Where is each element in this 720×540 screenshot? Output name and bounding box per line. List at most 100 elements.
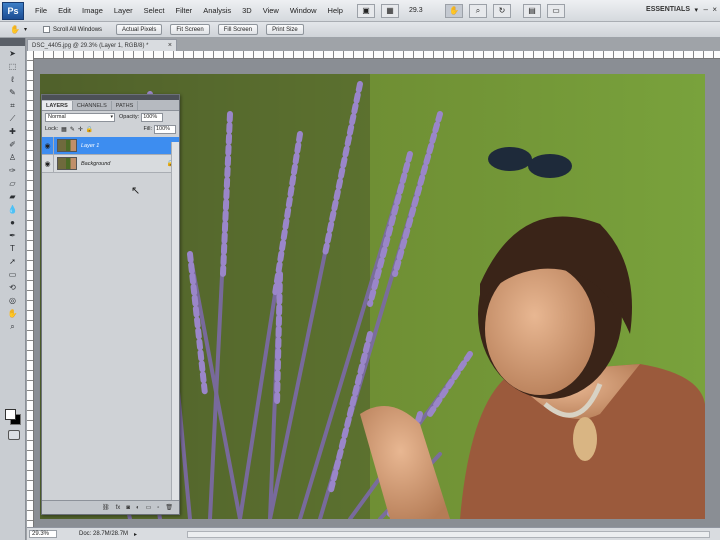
type-tool-icon[interactable]: T [5, 243, 21, 254]
menu-3d[interactable]: 3D [242, 6, 252, 15]
history-brush-tool-icon[interactable]: ✑ [5, 165, 21, 176]
layer-style-icon[interactable]: fx [116, 505, 121, 511]
menu-view[interactable]: View [263, 6, 279, 15]
layers-scrollbar[interactable] [171, 142, 179, 500]
menu-file[interactable]: File [35, 6, 47, 15]
chevron-right-icon[interactable]: ▸ [134, 531, 137, 538]
brush-tool-icon[interactable]: ✐ [5, 139, 21, 150]
eye-icon[interactable]: ◉ [42, 137, 54, 154]
foreground-color-swatch[interactable] [5, 409, 16, 420]
layers-panel: Layers Channels Paths Normal ▾ Opacity: … [41, 94, 180, 515]
layer-name: Layer 1 [81, 142, 100, 149]
rotate-view-icon[interactable]: ↻ [492, 3, 511, 18]
layer-row[interactable]: ◉ Layer 1 [42, 137, 179, 155]
tools-panel: ➤ ⬚ ℓ ✎ ⌗ ⟋ ✚ ✐ ♙ ✑ ▱ ▰ 💧 ● ✒ T ➚ ▭ ⟲ ◎ … [0, 38, 26, 540]
print-size-button[interactable]: Print Size [266, 24, 304, 35]
lasso-tool-icon[interactable]: ℓ [5, 74, 21, 85]
hand-tool-preset-icon[interactable]: ✋ [6, 24, 24, 36]
quick-selection-tool-icon[interactable]: ✎ [5, 87, 21, 98]
blend-mode-select[interactable]: Normal ▾ [45, 112, 115, 122]
menu-layer[interactable]: Layer [114, 6, 133, 15]
workspace-switcher[interactable]: ESSENTIALS [646, 6, 690, 13]
new-group-icon[interactable]: ▭ [146, 504, 152, 511]
lock-fill-row: Lock: ▦ ✎ ✛ 🔒 Fill: 100% [42, 123, 179, 135]
arrange-documents-icon[interactable]: ▤ [522, 3, 541, 18]
status-bar: 29.3% Doc: 28.7M/28.7M ▸ [27, 527, 720, 540]
options-bar: ✋ ▾ Scroll All Windows Actual Pixels Fit… [0, 22, 720, 38]
lock-position-icon[interactable]: ✛ [78, 126, 83, 133]
fit-screen-button[interactable]: Fit Screen [170, 24, 210, 35]
fill-screen-button[interactable]: Fill Screen [217, 24, 259, 35]
new-layer-icon[interactable]: ▫ [157, 505, 159, 511]
layer-mask-icon[interactable]: ◙ [126, 505, 130, 511]
3d-orbit-tool-icon[interactable]: ◎ [5, 295, 21, 306]
close-icon[interactable]: × [712, 5, 717, 14]
fill-field[interactable]: 100% [154, 124, 176, 134]
zoom-level-field[interactable]: 29.3 [409, 7, 439, 14]
quick-mask-icon[interactable] [8, 430, 20, 440]
tab-channels[interactable]: Channels [73, 101, 112, 110]
menu-help[interactable]: Help [328, 6, 343, 15]
document-tab-title: DSC_4405.jpg @ 29.3% (Layer 1, RGB/8) * [32, 42, 149, 49]
zoom-tool-icon[interactable]: ⌕ [468, 3, 487, 18]
menu-window[interactable]: Window [290, 6, 317, 15]
shape-tool-icon[interactable]: ▭ [5, 269, 21, 280]
delete-layer-icon[interactable]: 🗑 [165, 504, 173, 511]
lock-all-icon[interactable]: 🔒 [86, 126, 93, 133]
menu-bar: Ps File Edit Image Layer Select Filter A… [0, 0, 720, 22]
actual-pixels-button[interactable]: Actual Pixels [116, 24, 163, 35]
layer-name: Background [81, 160, 111, 167]
crop-tool-icon[interactable]: ⌗ [5, 100, 21, 111]
tab-paths[interactable]: Paths [112, 101, 139, 110]
close-icon[interactable]: × [168, 42, 172, 49]
horizontal-ruler[interactable] [34, 51, 720, 59]
menu-select[interactable]: Select [144, 6, 165, 15]
lock-transparent-icon[interactable]: ▦ [61, 126, 67, 133]
eye-icon[interactable]: ◉ [42, 155, 54, 172]
horizontal-scrollbar[interactable] [187, 531, 710, 538]
blur-tool-icon[interactable]: 💧 [5, 204, 21, 215]
document-tab[interactable]: DSC_4405.jpg @ 29.3% (Layer 1, RGB/8) * … [27, 39, 177, 51]
scroll-all-windows-checkbox[interactable] [43, 26, 51, 33]
tab-layers[interactable]: Layers [42, 101, 73, 110]
minimize-icon[interactable]: – [704, 5, 708, 14]
adjustment-layer-icon[interactable]: ◐ [136, 505, 140, 511]
blend-opacity-row: Normal ▾ Opacity: 100% [42, 111, 179, 123]
path-selection-tool-icon[interactable]: ➚ [5, 256, 21, 267]
zoom-tool-icon[interactable]: ⌕ [5, 321, 21, 332]
gradient-tool-icon[interactable]: ▰ [5, 191, 21, 202]
opacity-field[interactable]: 100% [141, 112, 164, 122]
menu-image[interactable]: Image [82, 6, 103, 15]
status-zoom-field[interactable]: 29.3% [29, 530, 57, 538]
eyedropper-tool-icon[interactable]: ⟋ [5, 113, 21, 124]
chevron-down-icon[interactable]: ▾ [694, 6, 698, 14]
menu-filter[interactable]: Filter [176, 6, 193, 15]
link-layers-icon[interactable]: ⛓ [102, 504, 110, 511]
layer-thumbnail [57, 139, 77, 152]
view-extras-icon[interactable]: ▦ [380, 3, 399, 18]
bridge-icon[interactable]: ▣ [356, 3, 375, 18]
vertical-ruler[interactable] [27, 51, 34, 527]
layer-row[interactable]: ◉ Background 🔒 [42, 155, 179, 173]
hand-tool-icon[interactable]: ✋ [444, 3, 463, 18]
lock-image-icon[interactable]: ✎ [70, 126, 75, 133]
pen-tool-icon[interactable]: ✒ [5, 230, 21, 241]
healing-brush-tool-icon[interactable]: ✚ [5, 126, 21, 137]
marquee-tool-icon[interactable]: ⬚ [5, 61, 21, 72]
3d-rotate-tool-icon[interactable]: ⟲ [5, 282, 21, 293]
eraser-tool-icon[interactable]: ▱ [5, 178, 21, 189]
mouse-cursor-icon: ↖ [131, 185, 141, 197]
move-tool-icon[interactable]: ➤ [5, 48, 21, 59]
photoshop-logo-icon: Ps [2, 1, 24, 20]
screen-mode-icon[interactable]: ▭ [546, 3, 565, 18]
fill-label: Fill: [143, 126, 152, 132]
chevron-down-icon[interactable]: ▾ [24, 26, 27, 33]
lock-label: Lock: [45, 126, 59, 132]
clone-stamp-tool-icon[interactable]: ♙ [5, 152, 21, 163]
opacity-label: Opacity: [119, 114, 140, 120]
menu-edit[interactable]: Edit [58, 6, 71, 15]
hand-tool-icon[interactable]: ✋ [5, 308, 21, 319]
panel-grip[interactable] [0, 38, 25, 46]
dodge-tool-icon[interactable]: ● [5, 217, 21, 228]
menu-analysis[interactable]: Analysis [203, 6, 231, 15]
